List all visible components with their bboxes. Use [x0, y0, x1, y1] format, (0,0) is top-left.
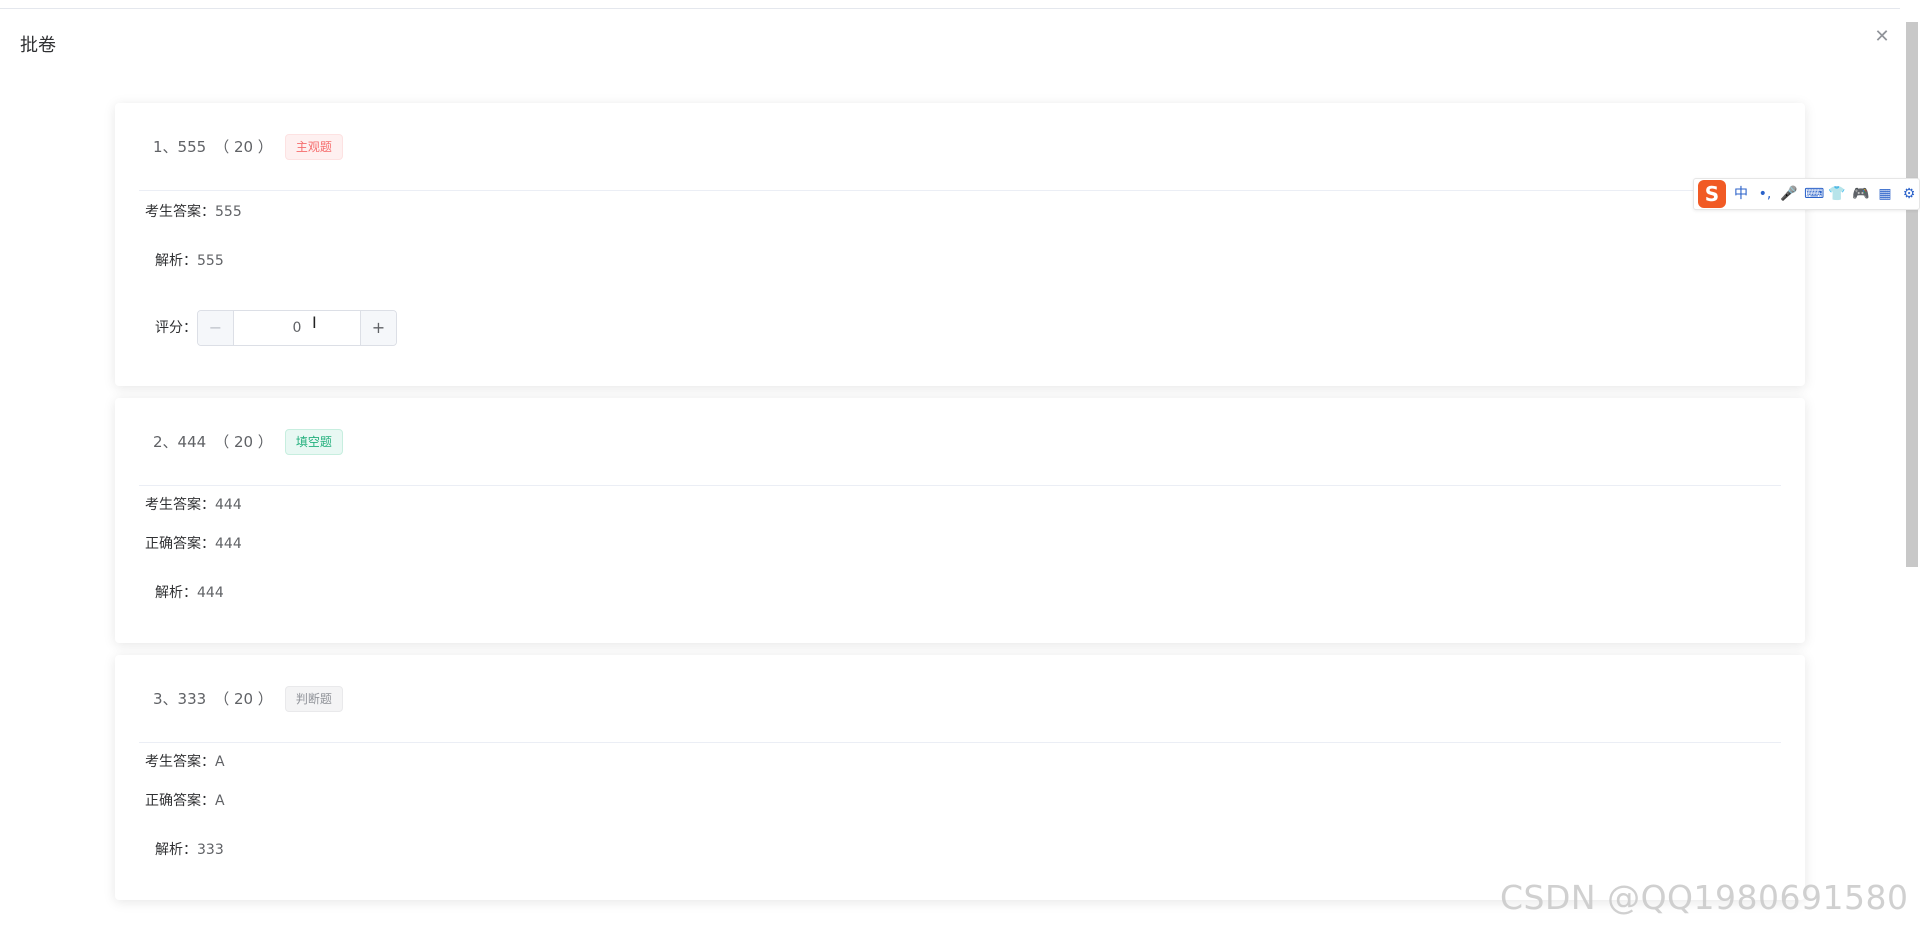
analysis-label: 解析：: [155, 585, 197, 601]
question-score: （ 20 ）: [214, 690, 273, 708]
question-card: 3、333 （ 20 ） 判断题 考生答案：A 正确答案：A 解析：333: [115, 655, 1805, 900]
correct-answer-value: 444: [215, 536, 242, 552]
correct-answer-label: 正确答案：: [145, 536, 215, 552]
ime-punct-toggle[interactable]: •,: [1756, 185, 1774, 203]
question-card: 2、444 （ 20 ） 填空题 考生答案：444 正确答案：444 解析：44…: [115, 398, 1805, 643]
question-header: 2、444 （ 20 ） 填空题: [139, 398, 1781, 486]
ime-mode-toggle[interactable]: 中: [1732, 185, 1750, 203]
student-answer-value: A: [215, 754, 225, 770]
sogou-logo-icon[interactable]: S: [1698, 180, 1726, 208]
student-answer-row: 考生答案：A: [145, 752, 225, 772]
analysis-row: 解析：333: [155, 840, 224, 860]
skin-icon[interactable]: 👕: [1828, 185, 1846, 203]
analysis-row: 解析：555: [155, 251, 224, 271]
grade-label: 评分：: [155, 320, 197, 336]
question-type-tag: 填空题: [284, 428, 343, 455]
keyboard-icon[interactable]: ⌨: [1804, 185, 1824, 203]
apps-icon[interactable]: ▦: [1876, 185, 1894, 203]
correct-answer-row: 正确答案：444: [145, 534, 242, 554]
question-header: 3、333 （ 20 ） 判断题: [139, 655, 1781, 743]
student-answer-row: 考生答案：444: [145, 495, 242, 515]
mic-icon[interactable]: 🎤: [1780, 185, 1798, 203]
ime-toolbar[interactable]: S 中 •, 🎤 ⌨ 👕 🎮 ▦ ⚙: [1693, 178, 1920, 210]
analysis-label: 解析：: [155, 842, 197, 858]
close-icon[interactable]: ✕: [1872, 27, 1892, 47]
correct-answer-row: 正确答案：A: [145, 791, 225, 811]
game-icon[interactable]: 🎮: [1852, 185, 1870, 203]
scrollbar-thumb[interactable]: [1906, 22, 1918, 567]
analysis-value: 444: [197, 585, 224, 601]
question-header: 1、555 （ 20 ） 主观题: [139, 103, 1781, 191]
grade-input[interactable]: 0: [234, 311, 360, 345]
question-title: 3、333: [153, 690, 207, 708]
watermark: CSDN @QQ1980691580: [1500, 878, 1909, 917]
student-answer-label: 考生答案：: [145, 497, 215, 513]
question-title: 2、444: [153, 433, 207, 451]
correct-answer-label: 正确答案：: [145, 793, 215, 809]
analysis-row: 解析：444: [155, 583, 224, 603]
student-answer-value: 444: [215, 497, 242, 513]
student-answer-row: 考生答案：555: [145, 202, 242, 222]
question-title: 1、555: [153, 138, 207, 156]
plus-icon[interactable]: +: [360, 311, 396, 345]
student-answer-label: 考生答案：: [145, 754, 215, 770]
analysis-label: 解析：: [155, 253, 197, 269]
grade-stepper[interactable]: − 0 +: [197, 310, 397, 346]
analysis-value: 333: [197, 842, 224, 858]
question-list: 1、555 （ 20 ） 主观题 考生答案：555 解析：555 评分： − 0…: [115, 103, 1805, 912]
question-card: 1、555 （ 20 ） 主观题 考生答案：555 解析：555 评分： − 0…: [115, 103, 1805, 386]
question-type-tag: 主观题: [284, 133, 343, 160]
student-answer-value: 555: [215, 204, 242, 220]
analysis-value: 555: [197, 253, 224, 269]
correct-answer-value: A: [215, 793, 225, 809]
student-answer-label: 考生答案：: [145, 204, 215, 220]
question-type-tag: 判断题: [284, 685, 343, 712]
text-cursor-icon: I: [312, 313, 317, 332]
dialog-title: 批卷: [20, 35, 56, 56]
question-score: （ 20 ）: [214, 433, 273, 451]
question-score: （ 20 ）: [214, 138, 273, 156]
minus-icon[interactable]: −: [198, 311, 234, 345]
settings-icon[interactable]: ⚙: [1900, 185, 1918, 203]
